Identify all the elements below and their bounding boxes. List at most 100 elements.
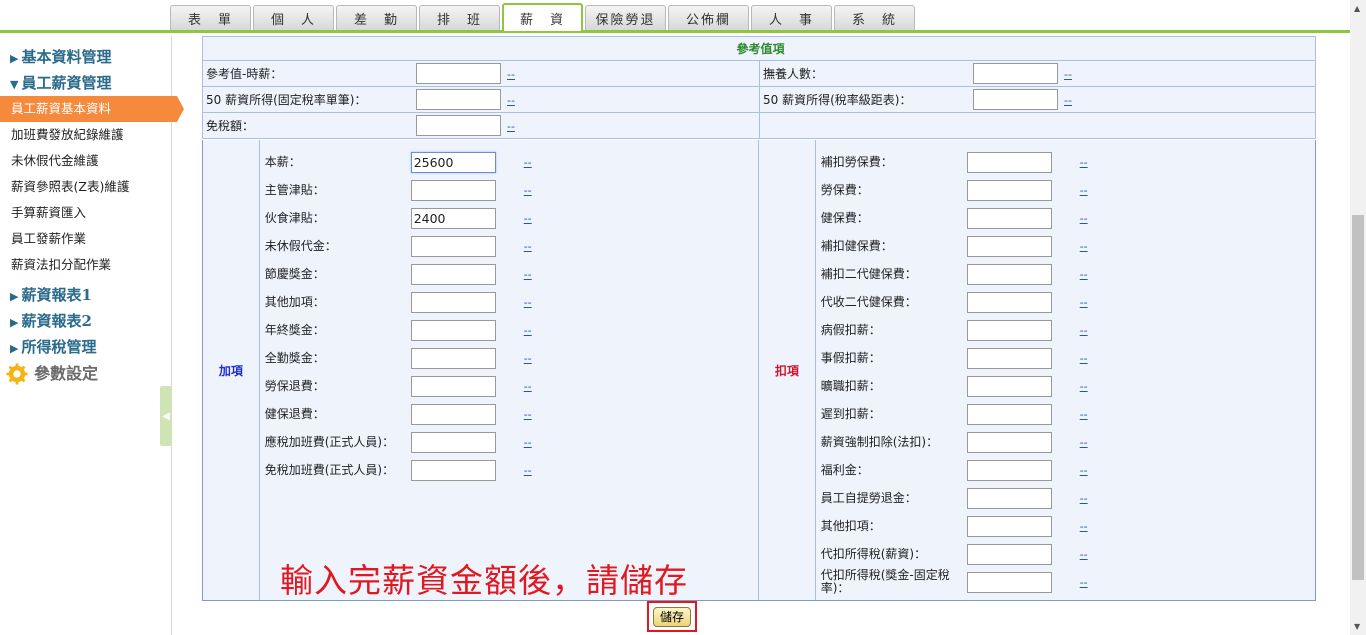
sidebar-parameter-settings[interactable]: 參數設定 — [0, 360, 171, 388]
sidebar-item-garnishment-allocation[interactable]: 薪資法扣分配作業 — [0, 252, 171, 278]
scroll-down-arrow-icon[interactable]: ▼ — [1354, 622, 1360, 631]
deductions-amount-input[interactable] — [966, 263, 1052, 285]
chevron-left-icon: ◀ — [162, 410, 170, 422]
gear-icon — [6, 363, 28, 385]
additions-amount-input[interactable] — [410, 375, 496, 397]
sidebar-item-salary-reference-table[interactable]: 薪資參照表(Z表)維護 — [0, 174, 171, 200]
sidebar-group-basic-data[interactable]: ▶ 基本資料管理 — [0, 44, 171, 70]
field-label: 50 薪資所得(稅率級距表)： — [763, 93, 912, 107]
dash-placeholder: -- — [523, 155, 532, 169]
tab-3[interactable]: 排 班 — [419, 5, 500, 30]
sidebar-item-unused-leave-pay[interactable]: 未休假代金維護 — [0, 148, 171, 174]
top-nav-bar: 表 單個 人差 勤排 班薪 資保險勞退 公佈欄人 事系 統 — [0, 0, 1350, 33]
tab-5[interactable]: 保險勞退 — [585, 5, 666, 30]
field-label: 本薪： — [264, 154, 301, 169]
sidebar-item-salary-basic-data[interactable]: 員工薪資基本資料 — [0, 96, 184, 122]
tab-0[interactable]: 表 單 — [170, 5, 251, 30]
deductions-row: 福利金： -- — [816, 456, 1315, 484]
sidebar-item-manual-salary-import[interactable]: 手算薪資匯入 — [0, 200, 171, 226]
additions-amount-input[interactable] — [410, 263, 496, 285]
additions-amount-input[interactable] — [410, 207, 496, 229]
tab-6[interactable]: 公佈欄 — [668, 5, 749, 30]
dash-placeholder: -- — [507, 68, 515, 81]
deductions-amount-input[interactable] — [966, 431, 1052, 453]
dash-placeholder: -- — [523, 239, 532, 253]
deductions-amount-input[interactable] — [966, 515, 1052, 537]
sidebar-item-overtime-records[interactable]: 加班費發放紀錄維護 — [0, 122, 171, 148]
dash-placeholder: -- — [523, 183, 532, 197]
dash-placeholder: -- — [523, 295, 532, 309]
deductions-amount-input[interactable] — [966, 291, 1052, 313]
save-reminder-notice: 輸入完薪資金額後，請儲存 — [280, 561, 688, 600]
field-label: 撫養人數： — [763, 67, 824, 81]
deductions-amount-input[interactable] — [966, 347, 1052, 369]
additions-amount-input[interactable] — [410, 431, 496, 453]
deductions-list: 補扣勞保費： -- 勞保費： -- 健保費： -- 補扣健保費： -- 補扣二代健保費： -- 代收… — [816, 140, 1315, 600]
scrollbar-thumb[interactable] — [1352, 215, 1364, 580]
dash-placeholder: -- — [523, 379, 532, 393]
salary-items-panel: 加項 本薪：--主管津貼：--伙食津貼：--未休假代金：--節慶獎金：--其他加… — [202, 140, 1316, 601]
tab-8[interactable]: 系 統 — [834, 5, 915, 30]
dash-placeholder: -- — [1079, 239, 1088, 253]
expand-arrow-icon: ▶ — [10, 52, 19, 65]
dash-placeholder: -- — [523, 435, 532, 449]
field-label: 健保費： — [820, 210, 869, 225]
deductions-amount-input[interactable] — [966, 319, 1052, 341]
additions-amount-input[interactable] — [410, 291, 496, 313]
additions-row: 未休假代金： -- — [260, 232, 758, 260]
tab-2[interactable]: 差 勤 — [336, 5, 417, 30]
deductions-amount-input[interactable] — [966, 207, 1052, 229]
save-button[interactable]: 儲存 — [653, 606, 691, 627]
sidebar-group-employee-salary[interactable]: ▼ 員工薪資管理 — [0, 70, 171, 96]
page-scrollbar[interactable]: ▲ ▼ — [1350, 0, 1366, 635]
field-label: 員工自提勞退金： — [820, 490, 917, 505]
additions-amount-input[interactable] — [410, 179, 496, 201]
additions-row: 應稅加班費(正式人員)： -- — [260, 428, 758, 456]
dependents-input[interactable] — [973, 63, 1058, 84]
scroll-up-arrow-icon[interactable]: ▲ — [1354, 4, 1360, 13]
deductions-row: 補扣健保費： -- — [816, 232, 1315, 260]
dash-placeholder: -- — [1079, 323, 1088, 337]
deductions-amount-input[interactable] — [966, 543, 1052, 565]
additions-amount-input[interactable] — [410, 235, 496, 257]
hourly-rate-input[interactable] — [416, 63, 501, 84]
sidebar-group-income-tax[interactable]: ▶ 所得稅管理 — [0, 334, 171, 360]
tab-1[interactable]: 個 人 — [253, 5, 334, 30]
deductions-row: 事假扣薪： -- — [816, 344, 1315, 372]
fixed-rate-income-input[interactable] — [416, 89, 501, 110]
tab-7[interactable]: 人 事 — [751, 5, 832, 30]
sidebar-item-payroll-process[interactable]: 員工發薪作業 — [0, 226, 171, 252]
deductions-amount-input[interactable] — [966, 375, 1052, 397]
additions-amount-input[interactable] — [410, 347, 496, 369]
field-label: 節慶獎金： — [264, 266, 325, 281]
dash-placeholder: -- — [1079, 211, 1088, 225]
tax-exemption-input[interactable] — [416, 115, 501, 136]
deductions-section-label: 扣項 — [759, 140, 816, 600]
deductions-amount-input[interactable] — [966, 487, 1052, 509]
sidebar-collapse-handle[interactable]: ◀ — [160, 386, 172, 446]
deductions-amount-input[interactable] — [966, 235, 1052, 257]
additions-section-label: 加項 — [203, 140, 260, 600]
deductions-amount-input[interactable] — [966, 179, 1052, 201]
sidebar-group-salary-report-2[interactable]: ▶ 薪資報表2 — [0, 308, 171, 334]
bracket-rate-income-input[interactable] — [973, 89, 1058, 110]
dash-placeholder: -- — [1079, 379, 1088, 393]
deductions-amount-input[interactable] — [966, 571, 1052, 593]
deductions-row: 遲到扣薪： -- — [816, 400, 1315, 428]
deductions-amount-input[interactable] — [966, 403, 1052, 425]
sidebar-group-salary-report-1[interactable]: ▶ 薪資報表1 — [0, 282, 171, 308]
additions-amount-input[interactable] — [410, 403, 496, 425]
deductions-amount-input[interactable] — [966, 151, 1052, 173]
dash-placeholder: -- — [1079, 547, 1088, 561]
dash-placeholder: -- — [1079, 183, 1088, 197]
field-label: 事假扣薪： — [820, 350, 881, 365]
additions-amount-input[interactable] — [410, 319, 496, 341]
reference-cell-empty — [759, 112, 1316, 139]
additions-amount-input[interactable] — [410, 459, 496, 481]
deductions-amount-input[interactable] — [966, 459, 1052, 481]
reference-cell: 50 薪資所得(固定稅率單筆)： -- — [202, 86, 760, 113]
dash-placeholder: -- — [507, 120, 515, 133]
additions-row: 主管津貼： -- — [260, 176, 758, 204]
tab-4[interactable]: 薪 資 — [502, 3, 583, 31]
additions-amount-input[interactable] — [410, 151, 496, 173]
